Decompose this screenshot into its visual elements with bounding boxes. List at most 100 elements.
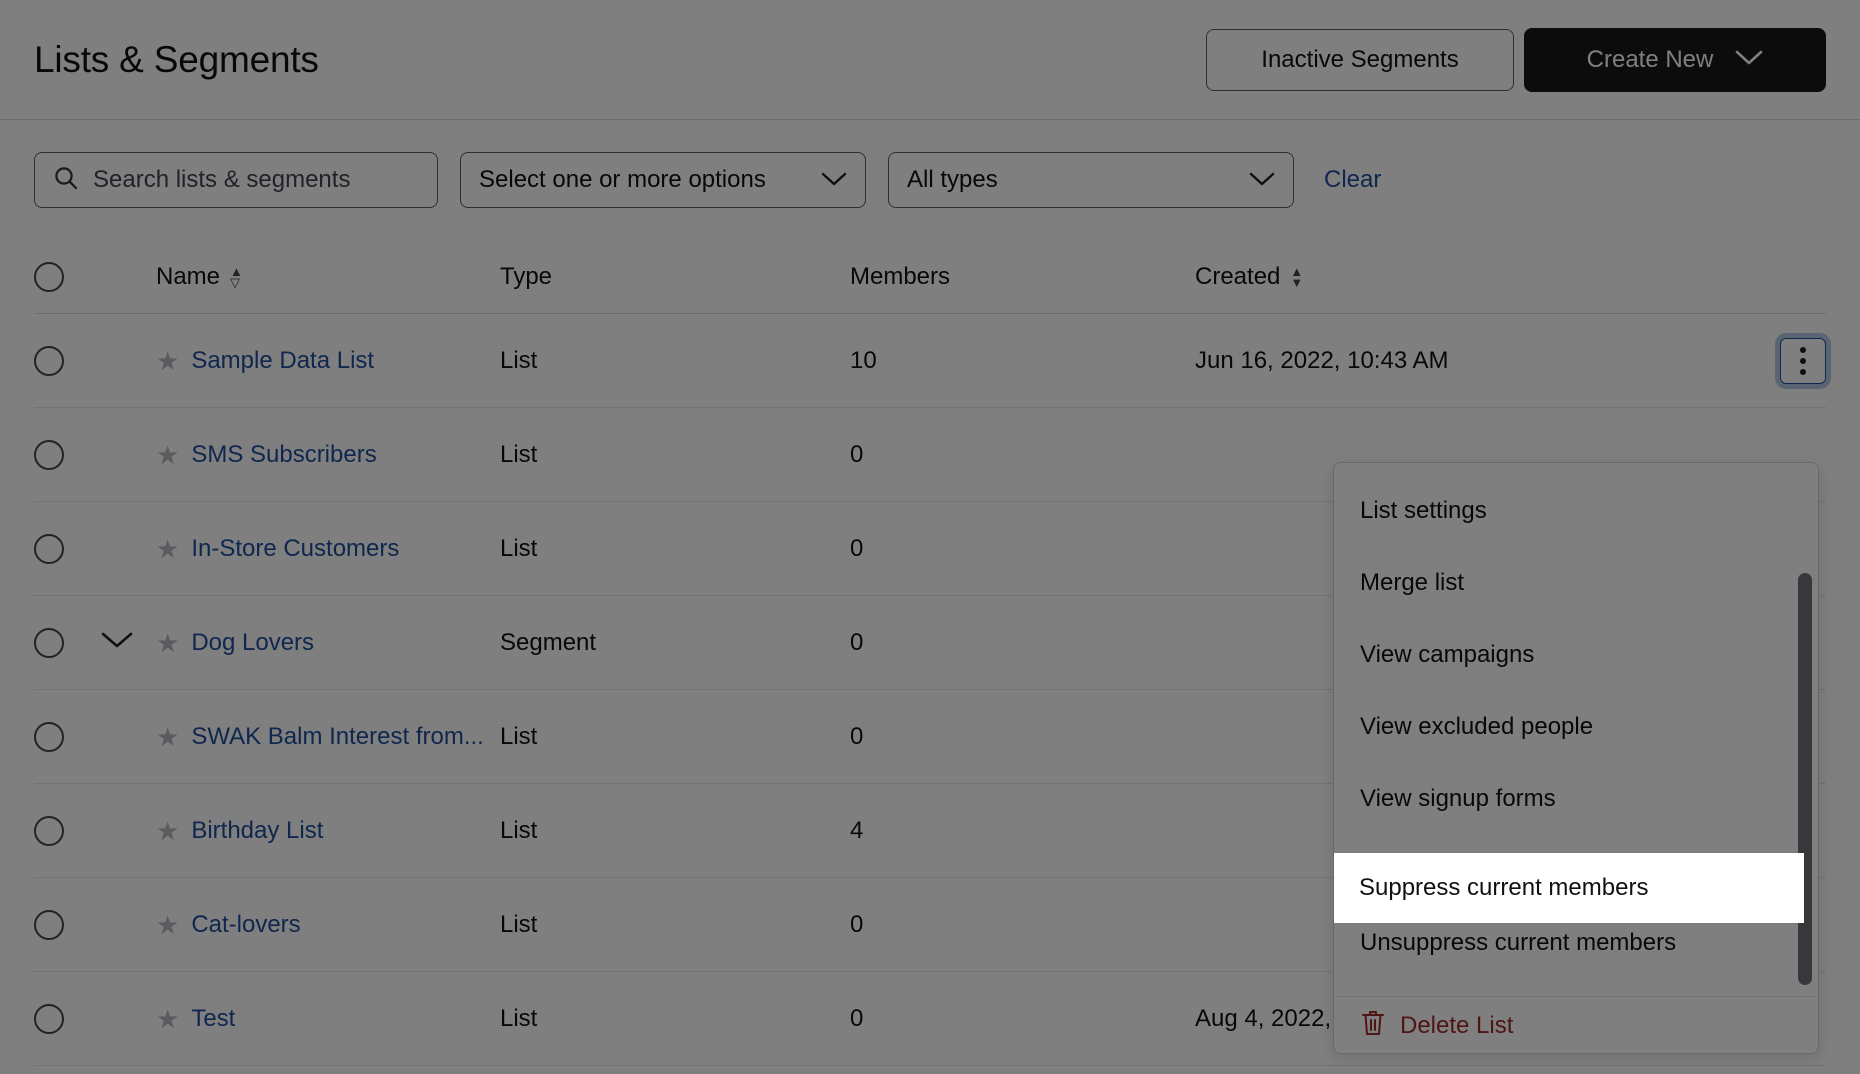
row-type: List xyxy=(500,911,850,939)
chevron-down-icon xyxy=(1249,166,1275,194)
row-name-cell: ★ SWAK Balm Interest from... xyxy=(156,723,500,751)
row-checkbox[interactable] xyxy=(34,534,64,564)
create-new-button[interactable]: Create New xyxy=(1524,28,1826,92)
menu-item-view-excluded-people[interactable]: View excluded people xyxy=(1334,691,1818,763)
star-icon[interactable]: ★ xyxy=(156,630,179,656)
sort-icon[interactable]: ▲▼ xyxy=(1290,267,1303,287)
column-header-created: Created xyxy=(1195,263,1280,291)
page-title: Lists & Segments xyxy=(34,39,319,81)
column-header-members: Members xyxy=(850,263,1195,291)
row-members: 0 xyxy=(850,629,1195,657)
types-select[interactable]: All types xyxy=(888,152,1294,208)
row-type: List xyxy=(500,441,850,469)
highlighted-menu-item-label: Suppress current members xyxy=(1359,874,1648,902)
options-select-value: Select one or more options xyxy=(479,166,766,194)
row-select-cell xyxy=(34,722,100,752)
chevron-down-icon xyxy=(821,166,847,194)
row-checkbox[interactable] xyxy=(34,816,64,846)
table-header-row: Name ▲▽ Type Members Created ▲▼ xyxy=(34,240,1826,314)
row-members: 4 xyxy=(850,817,1195,845)
row-name-cell: ★ Sample Data List xyxy=(156,347,500,375)
search-input[interactable]: Search lists & segments xyxy=(34,152,438,208)
row-select-cell xyxy=(34,628,100,658)
row-type: List xyxy=(500,723,850,751)
row-checkbox[interactable] xyxy=(34,346,64,376)
list-name-link[interactable]: SMS Subscribers xyxy=(191,441,376,469)
inactive-segments-button[interactable]: Inactive Segments xyxy=(1206,29,1514,91)
row-select-cell xyxy=(34,910,100,940)
inactive-segments-label: Inactive Segments xyxy=(1261,46,1458,74)
options-select[interactable]: Select one or more options xyxy=(460,152,866,208)
select-all-checkbox[interactable] xyxy=(34,262,64,292)
star-icon[interactable]: ★ xyxy=(156,536,179,562)
types-select-value: All types xyxy=(907,166,998,194)
star-icon[interactable]: ★ xyxy=(156,348,179,374)
list-name-link[interactable]: Test xyxy=(191,1005,235,1033)
row-members: 0 xyxy=(850,441,1195,469)
row-checkbox[interactable] xyxy=(34,1004,64,1034)
menu-item-merge-list[interactable]: Merge list xyxy=(1334,547,1818,619)
row-type: List xyxy=(500,817,850,845)
row-type: List xyxy=(500,347,850,375)
row-type: Segment xyxy=(500,629,850,657)
star-icon[interactable]: ★ xyxy=(156,818,179,844)
row-select-cell xyxy=(34,534,100,564)
menu-item-view-campaigns[interactable]: View campaigns xyxy=(1334,619,1818,691)
table-row[interactable]: ★ Sample Data List List 10 Jun 16, 2022,… xyxy=(34,314,1826,408)
row-actions-menu-button[interactable] xyxy=(1780,338,1826,384)
star-icon[interactable]: ★ xyxy=(156,442,179,468)
clear-filters-link[interactable]: Clear xyxy=(1324,166,1381,194)
row-name-cell: ★ In-Store Customers xyxy=(156,535,500,563)
page-header: Lists & Segments Inactive Segments Creat… xyxy=(0,0,1860,120)
menu-item-delete-list[interactable]: Delete List xyxy=(1400,1012,1513,1040)
menu-footer: Delete List xyxy=(1334,996,1818,1054)
row-name-cell: ★ Birthday List xyxy=(156,817,500,845)
trash-icon xyxy=(1360,1009,1386,1042)
list-name-link[interactable]: Cat-lovers xyxy=(191,911,300,939)
row-name-cell: ★ Cat-lovers xyxy=(156,911,500,939)
created-header-cell[interactable]: Created ▲▼ xyxy=(1195,263,1746,291)
row-checkbox[interactable] xyxy=(34,722,64,752)
menu-scrollbar-thumb[interactable] xyxy=(1798,573,1812,985)
create-new-label: Create New xyxy=(1587,46,1714,74)
star-icon[interactable]: ★ xyxy=(156,724,179,750)
row-name-cell: ★ SMS Subscribers xyxy=(156,441,500,469)
row-members: 0 xyxy=(850,535,1195,563)
row-type: List xyxy=(500,535,850,563)
row-select-cell xyxy=(34,346,100,376)
search-icon xyxy=(53,165,79,196)
menu-item-view-signup-forms[interactable]: View signup forms xyxy=(1334,763,1818,835)
row-select-cell xyxy=(34,1004,100,1034)
chevron-down-icon xyxy=(1735,46,1763,74)
row-members: 0 xyxy=(850,1005,1195,1033)
row-select-cell xyxy=(34,816,100,846)
column-header-type: Type xyxy=(500,263,850,291)
row-name-cell: ★ Dog Lovers xyxy=(156,629,500,657)
sort-icon[interactable]: ▲▽ xyxy=(230,267,243,287)
name-header-cell[interactable]: Name ▲▽ xyxy=(156,263,500,291)
row-type: List xyxy=(500,1005,850,1033)
search-placeholder: Search lists & segments xyxy=(93,166,350,194)
list-name-link[interactable]: Sample Data List xyxy=(191,347,374,375)
row-actions-dropdown-menu[interactable]: List settings Merge list View campaigns … xyxy=(1333,462,1819,1054)
row-name-cell: ★ Test xyxy=(156,1005,500,1033)
list-name-link[interactable]: Birthday List xyxy=(191,817,323,845)
header-actions: Inactive Segments Create New xyxy=(1206,28,1826,92)
row-members: 0 xyxy=(850,911,1195,939)
row-expander-cell xyxy=(100,630,156,656)
row-checkbox[interactable] xyxy=(34,628,64,658)
star-icon[interactable]: ★ xyxy=(156,1006,179,1032)
list-name-link[interactable]: SWAK Balm Interest from... xyxy=(191,723,484,751)
row-checkbox[interactable] xyxy=(34,440,64,470)
row-members: 10 xyxy=(850,347,1195,375)
column-header-name: Name xyxy=(156,263,220,291)
list-name-link[interactable]: Dog Lovers xyxy=(191,629,314,657)
row-actions-cell xyxy=(1746,338,1826,384)
list-name-link[interactable]: In-Store Customers xyxy=(191,535,399,563)
highlighted-menu-item-suppress-current-members[interactable]: Suppress current members xyxy=(1334,853,1804,923)
menu-item-list-settings[interactable]: List settings xyxy=(1334,475,1818,547)
row-checkbox[interactable] xyxy=(34,910,64,940)
filter-bar: Search lists & segments Select one or mo… xyxy=(0,120,1860,240)
chevron-down-icon[interactable] xyxy=(100,630,134,656)
star-icon[interactable]: ★ xyxy=(156,912,179,938)
